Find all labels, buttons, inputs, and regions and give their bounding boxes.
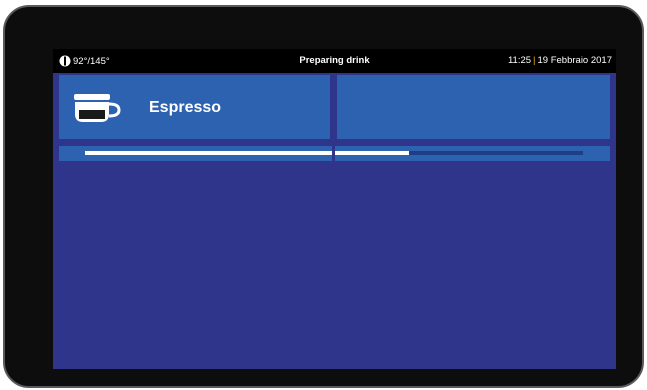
drink-name: Espresso	[149, 99, 222, 116]
time: 11:25	[507, 55, 532, 66]
tile-divider	[332, 75, 335, 161]
status-bar: 92°/145° Preparing drink 11:25 | 19 Febbra…	[53, 49, 616, 73]
date-time: 11:25 | 19 Febbraio 2017	[508, 55, 612, 66]
time-date-separator: |	[533, 55, 536, 66]
espresso-cup-icon	[74, 94, 121, 122]
date: 19 Febbraio 2017	[537, 55, 612, 66]
screen: 92°/145° Preparing drink 11:25 | 19 Febbra…	[53, 49, 616, 369]
device-bezel: 92°/145° Preparing drink 11:25 | 19 Febbra…	[3, 5, 644, 388]
drink-tile: Espresso	[59, 75, 330, 139]
progress-fill	[85, 151, 409, 155]
empty-tile	[337, 75, 610, 139]
